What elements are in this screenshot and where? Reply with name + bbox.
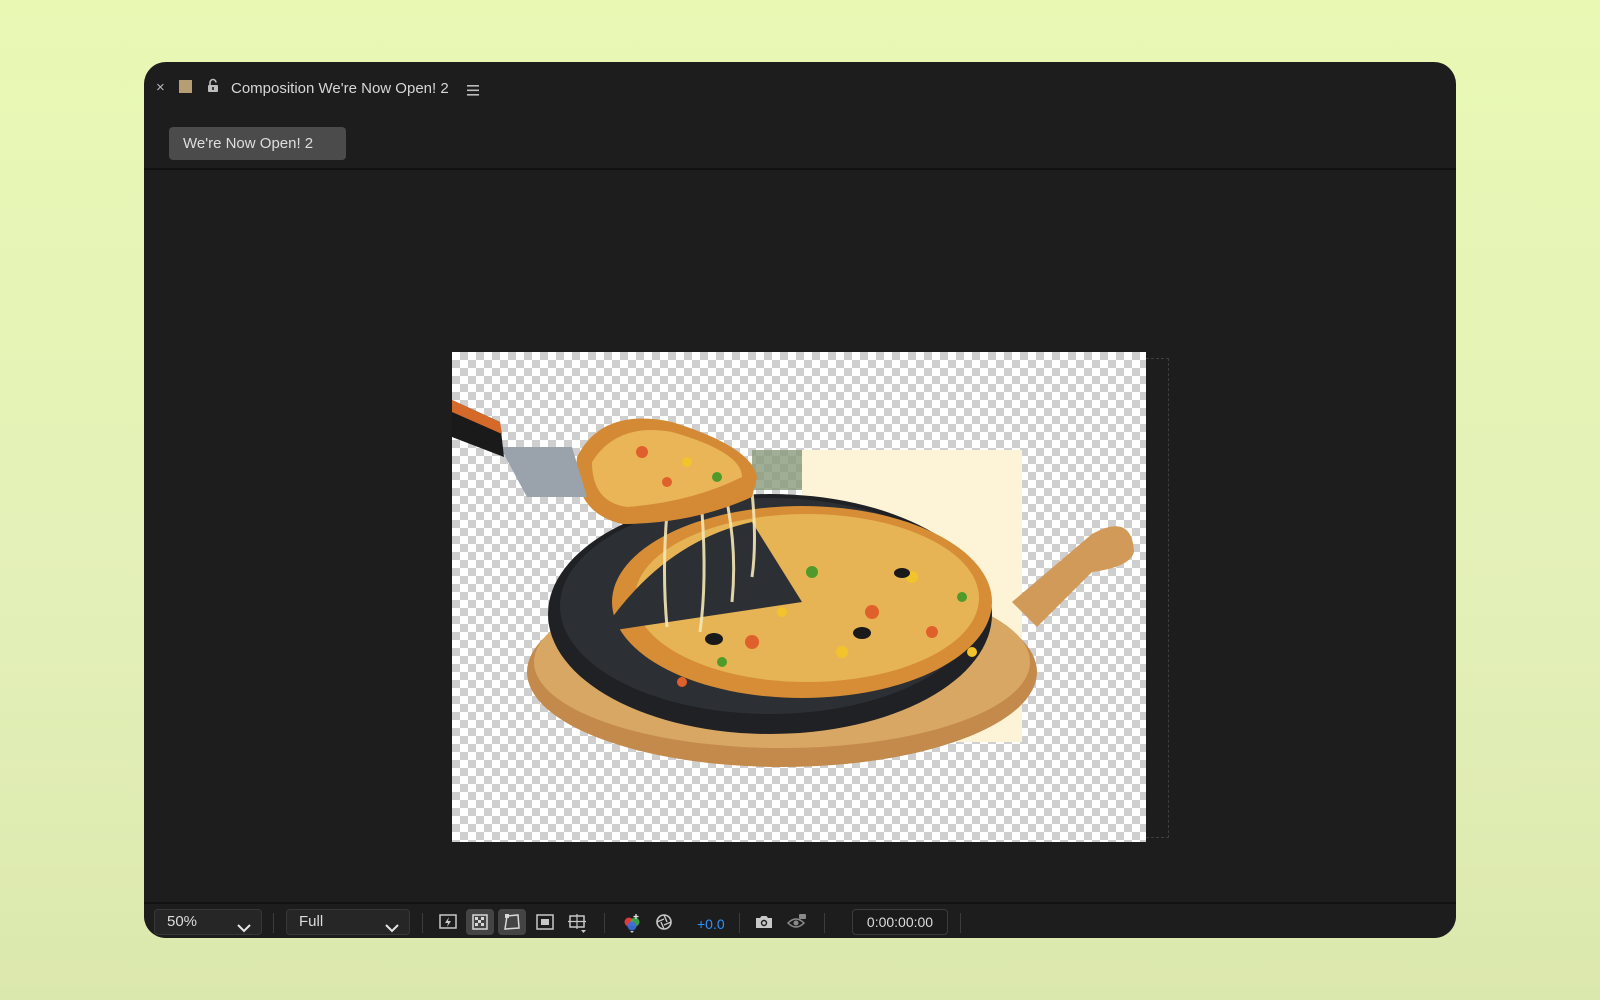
mask-visibility-button[interactable]: [498, 909, 526, 935]
region-of-interest-button[interactable]: [531, 909, 559, 935]
spatula-blade: [500, 447, 587, 497]
magnification-dropdown[interactable]: 50%: [154, 909, 262, 935]
chevron-down-icon: [237, 917, 251, 938]
camera-icon: [756, 916, 772, 928]
composition-frame[interactable]: [452, 352, 1146, 842]
show-snapshot-button[interactable]: [782, 909, 810, 935]
pizza-artwork: [452, 400, 1134, 767]
mask-path-visibility-icon: [504, 914, 520, 930]
board-handle: [1012, 526, 1134, 627]
separator: [960, 913, 961, 933]
composition-viewer[interactable]: [144, 170, 1456, 938]
panel-title: Composition We're Now Open! 2: [231, 80, 449, 97]
composition-tab[interactable]: We're Now Open! 2: [169, 127, 346, 160]
photo-strip: [752, 450, 802, 490]
exposure-value[interactable]: +0.0: [697, 916, 725, 932]
composition-panel: × Composition We're Now Open! 2 We're No…: [144, 62, 1456, 938]
chevron-down-icon: [385, 917, 399, 938]
separator: [824, 913, 825, 933]
region-of-interest-icon: [536, 914, 554, 930]
panel-titlebar: × Composition We're Now Open! 2: [144, 62, 1456, 116]
lock-icon[interactable]: [206, 78, 220, 99]
viewer-toolbar: 50% Full +0.0 0:00:00:00: [144, 902, 1456, 938]
separator: [422, 913, 423, 933]
label-color-swatch[interactable]: [179, 80, 192, 93]
separator: [604, 913, 605, 933]
grid-guides-button[interactable]: [563, 909, 591, 935]
reset-exposure-button[interactable]: [650, 909, 678, 935]
composition-bounds-guide: [1146, 358, 1169, 838]
separator: [739, 913, 740, 933]
snapshot-button[interactable]: [750, 909, 778, 935]
magnification-value: 50%: [167, 913, 198, 930]
separator: [273, 913, 274, 933]
grid-guides-icon: [568, 914, 586, 933]
exposure-icon: [656, 914, 672, 930]
channels-button[interactable]: [618, 909, 646, 935]
panel-menu-icon[interactable]: [467, 83, 479, 101]
show-snapshot-icon: [786, 914, 806, 928]
transparency-grid-button[interactable]: [466, 909, 494, 935]
resolution-value: Full: [299, 913, 324, 930]
resolution-dropdown[interactable]: Full: [286, 909, 410, 935]
current-time-display[interactable]: 0:00:00:00: [852, 909, 948, 935]
fast-previews-icon: [439, 914, 457, 929]
fast-previews-button[interactable]: [434, 909, 462, 935]
rgb-channels-icon: [624, 914, 640, 933]
close-panel-button[interactable]: ×: [156, 80, 165, 96]
transparency-grid-icon: [472, 914, 488, 930]
